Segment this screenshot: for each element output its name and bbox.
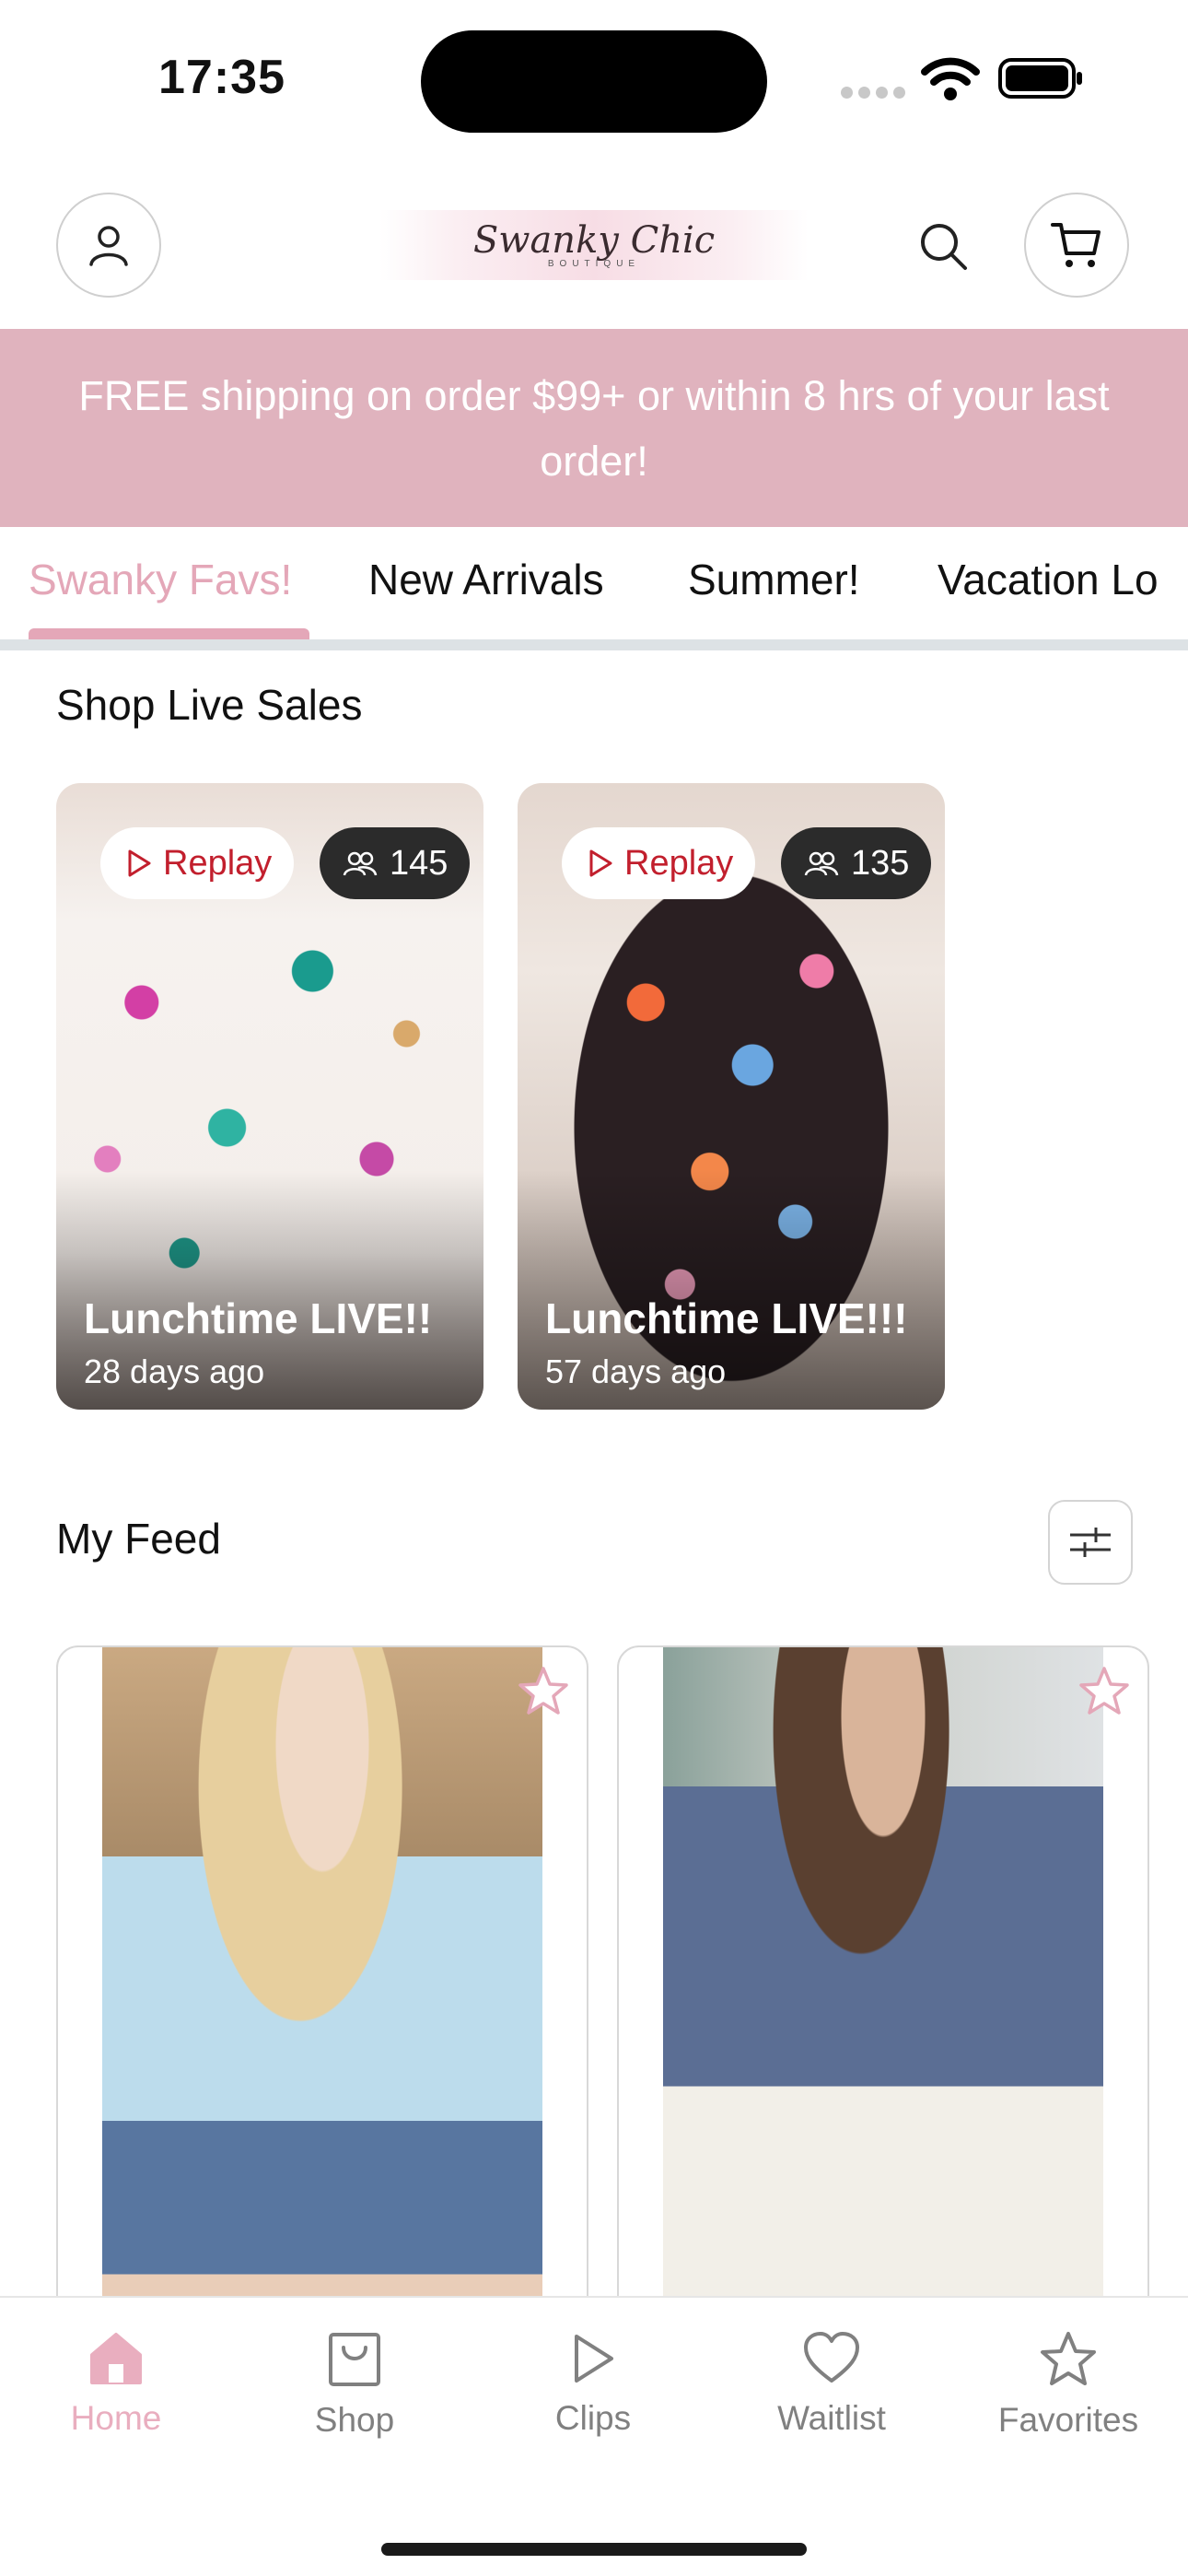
feed-title: My Feed: [56, 1515, 221, 1563]
play-icon: [575, 2335, 613, 2383]
product-image-denim-top: [663, 1647, 1103, 2344]
viewers-icon: [343, 851, 378, 876]
nav-label: Home: [70, 2399, 162, 2437]
product-image-blouse: [102, 1647, 542, 2344]
tabs-divider: [0, 639, 1188, 650]
live-sale-date: 28 days ago: [84, 1352, 265, 1390]
nav-clips[interactable]: Clips: [501, 2331, 685, 2438]
viewer-count: 135: [851, 843, 910, 883]
nav-waitlist[interactable]: Waitlist: [740, 2331, 924, 2438]
nav-label: Favorites: [997, 2401, 1139, 2439]
bottom-navigation: Home Shop Clips Waitlist Favorites: [0, 2296, 1188, 2576]
live-sale-card[interactable]: Replay 135 Lunchtime LIVE!!! 57 days ago: [518, 783, 945, 1410]
active-tab-indicator: [29, 628, 309, 639]
cart-icon: [1051, 223, 1101, 267]
search-icon[interactable]: [917, 220, 971, 274]
play-icon: [589, 849, 612, 877]
battery-icon: [998, 58, 1082, 99]
replay-badge[interactable]: Replay: [562, 827, 756, 899]
wifi-icon: [921, 57, 980, 100]
replay-label: Replay: [624, 843, 734, 883]
home-icon: [90, 2333, 142, 2384]
account-button[interactable]: [56, 193, 161, 298]
tab-new-arrivals[interactable]: New Arrivals: [368, 555, 604, 604]
nav-label: Waitlist: [777, 2399, 886, 2437]
user-icon: [89, 226, 128, 266]
tab-vacation[interactable]: Vacation Lo: [938, 555, 1159, 604]
favorite-star-icon[interactable]: [517, 1666, 570, 1717]
replay-label: Replay: [163, 843, 273, 883]
tab-swanky-favs[interactable]: Swanky Favs!: [29, 555, 292, 604]
feed-product-card[interactable]: [56, 1645, 588, 2346]
brand-logo[interactable]: Swanky Chic BOUTIQUE: [379, 210, 809, 280]
live-sale-title: Lunchtime LIVE!!!: [545, 1294, 908, 1342]
viewer-count: 145: [390, 843, 448, 883]
nav-label: Clips: [554, 2399, 632, 2437]
viewer-count-badge: 135: [781, 827, 932, 899]
viewers-icon: [804, 851, 839, 876]
play-icon: [128, 849, 151, 877]
feed-filter-button[interactable]: [1048, 1500, 1133, 1585]
nav-favorites[interactable]: Favorites: [976, 2331, 1160, 2440]
dynamic-island: [421, 30, 767, 133]
logo-subtext: BOUTIQUE: [547, 258, 641, 269]
sliders-icon: [1070, 1528, 1111, 1557]
star-icon: [1041, 2332, 1096, 2385]
logo-script: Swanky Chic: [472, 218, 716, 262]
live-sale-card[interactable]: Replay 145 Lunchtime LIVE!! 28 days ago: [56, 783, 483, 1410]
shopping-bag-icon: [329, 2333, 380, 2386]
heart-icon: [804, 2332, 859, 2383]
feed-product-card[interactable]: [617, 1645, 1149, 2346]
live-sale-date: 57 days ago: [545, 1352, 727, 1390]
nav-home[interactable]: Home: [24, 2331, 208, 2438]
replay-badge[interactable]: Replay: [100, 827, 295, 899]
nav-shop[interactable]: Shop: [262, 2331, 447, 2440]
favorite-star-icon[interactable]: [1077, 1666, 1131, 1717]
free-shipping-banner: FREE shipping on order $99+ or within 8 …: [0, 329, 1188, 527]
tab-summer[interactable]: Summer!: [688, 555, 860, 604]
category-tabs: Swanky Favs! New Arrivals Summer! Vacati…: [0, 529, 1188, 639]
live-sales-title: Shop Live Sales: [56, 681, 363, 729]
cellular-signal-icon: [841, 87, 911, 103]
cart-button[interactable]: [1024, 193, 1129, 298]
status-time: 17:35: [158, 51, 285, 104]
nav-label: Shop: [314, 2401, 395, 2439]
live-sale-title: Lunchtime LIVE!!: [84, 1294, 433, 1342]
viewer-count-badge: 145: [320, 827, 471, 899]
home-indicator[interactable]: [381, 2543, 807, 2556]
